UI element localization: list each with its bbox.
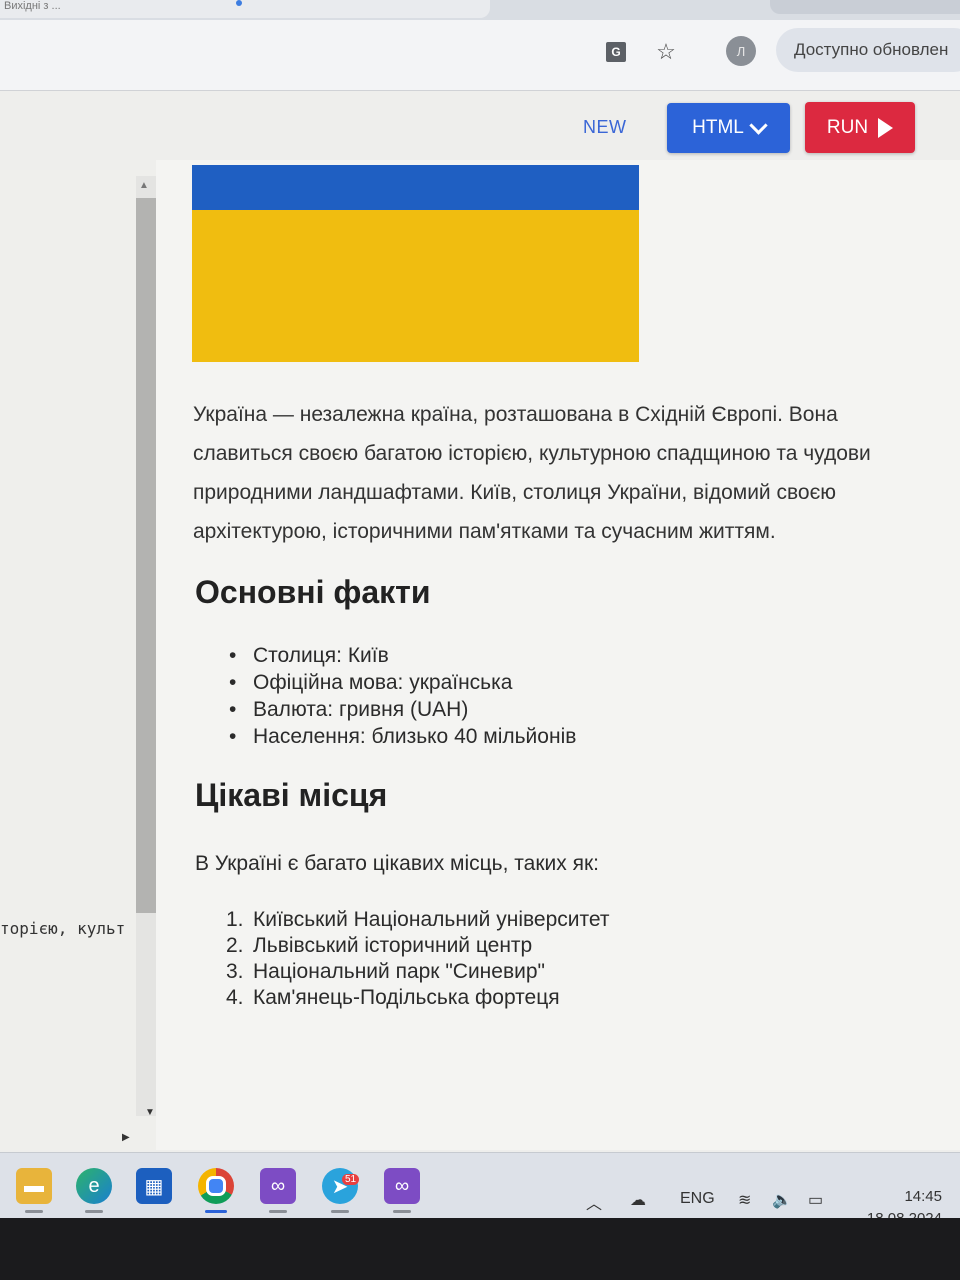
list-number: 4.: [226, 986, 244, 1009]
facts-list: Столиця: Київ Офіційна мова: українська …: [229, 642, 576, 750]
cloud-icon[interactable]: ☁: [630, 1190, 646, 1210]
list-number: 3.: [226, 960, 244, 983]
star-icon[interactable]: ☆: [652, 38, 680, 66]
code-scrollbar-thumb[interactable]: [136, 198, 156, 913]
tab-strip: Вихідні з ...: [0, 0, 960, 20]
browser-tab[interactable]: Вихідні з ...: [0, 0, 490, 18]
code-editor[interactable]: [0, 170, 156, 1150]
places-list: 1. Київський Національний університет 2. Л…: [226, 907, 609, 1011]
notification-badge: 51: [342, 1174, 360, 1185]
list-number: 2.: [226, 934, 244, 957]
ukraine-flag-image: [192, 165, 639, 362]
translate-icon[interactable]: G: [602, 38, 630, 66]
visual-studio-2-icon[interactable]: ∞: [384, 1168, 420, 1204]
list-item: Населення: близько 40 мільйонів: [229, 723, 576, 750]
list-text: Київський Національний університет: [253, 908, 610, 931]
list-item: 4. Кам'янець-Подільська фортеця: [226, 985, 609, 1011]
new-button[interactable]: NEW: [583, 117, 627, 138]
run-button-label: RUN: [826, 116, 869, 138]
running-indicator: [85, 1210, 103, 1213]
list-item: Столиця: Київ: [229, 642, 576, 669]
tab-title: Вихідні з ...: [4, 0, 61, 12]
run-button[interactable]: RUN: [805, 102, 915, 153]
intro-line: природними ландшафтами. Київ, столиця Ук…: [193, 481, 837, 504]
chevron-down-icon: [749, 115, 768, 135]
flag-yellow-stripe: [192, 210, 639, 362]
scroll-right-arrow-icon[interactable]: ▶: [122, 1132, 130, 1143]
list-item: 1. Київський Національний університет: [226, 907, 609, 933]
wifi-icon[interactable]: ≋: [738, 1190, 751, 1210]
running-indicator: [269, 1210, 287, 1213]
screen-bezel: [0, 1218, 960, 1280]
update-available-button[interactable]: Доступно обновлен: [776, 28, 960, 72]
scroll-down-arrow-icon[interactable]: ▼: [145, 1107, 155, 1118]
list-item: Валюта: гривня (UAH): [229, 696, 576, 723]
intro-line: славиться своєю багатою історією, культу…: [193, 442, 871, 465]
places-heading: Цікаві місця: [195, 777, 388, 813]
running-indicator: [393, 1210, 411, 1213]
code-line[interactable]: торією, культ: [0, 919, 125, 938]
language-indicator[interactable]: ENG: [680, 1190, 715, 1208]
list-item: Офіційна мова: українська: [229, 669, 576, 696]
intro-paragraph: Україна — незалежна країна, розташована …: [193, 395, 960, 551]
scroll-up-arrow-icon[interactable]: ▲: [139, 180, 149, 191]
chrome-icon[interactable]: [198, 1168, 234, 1204]
list-number: 1.: [226, 908, 244, 931]
store-icon[interactable]: ▦: [136, 1168, 172, 1204]
list-item: 3. Національний парк "Синевир": [226, 959, 609, 985]
volume-icon[interactable]: 🔈: [772, 1190, 792, 1210]
intro-line: архітектурою, історичними пам'ятками та …: [193, 520, 776, 543]
places-intro: В Україні є багато цікавих місць, таких …: [195, 852, 599, 875]
list-text: Національний парк "Синевир": [253, 960, 545, 983]
flag-blue-stripe: [192, 165, 639, 210]
battery-icon[interactable]: ▭: [808, 1190, 823, 1210]
chevron-up-icon[interactable]: ︿: [586, 1190, 602, 1214]
list-text: Кам'янець-Подільська фортеця: [253, 986, 560, 1009]
html-button-label: HTML: [692, 117, 744, 138]
intro-line: Україна — незалежна країна, розташована …: [193, 403, 838, 426]
running-indicator: [25, 1210, 43, 1213]
tab-indicator-dot: [236, 0, 242, 6]
clock-time: 14:45: [904, 1188, 942, 1205]
edge-icon[interactable]: e: [76, 1168, 112, 1204]
file-explorer-icon[interactable]: ▬: [16, 1168, 52, 1204]
avatar[interactable]: Л: [726, 36, 756, 66]
active-indicator: [205, 1210, 227, 1213]
play-icon: [878, 117, 894, 138]
visual-studio-icon[interactable]: ∞: [260, 1168, 296, 1204]
tab-strip-right: [770, 0, 960, 14]
list-text: Львівський історичний центр: [253, 934, 533, 957]
running-indicator: [331, 1210, 349, 1213]
facts-heading: Основні факти: [195, 574, 431, 610]
html-dropdown-button[interactable]: HTML: [667, 103, 790, 153]
list-item: 2. Львівський історичний центр: [226, 933, 609, 959]
